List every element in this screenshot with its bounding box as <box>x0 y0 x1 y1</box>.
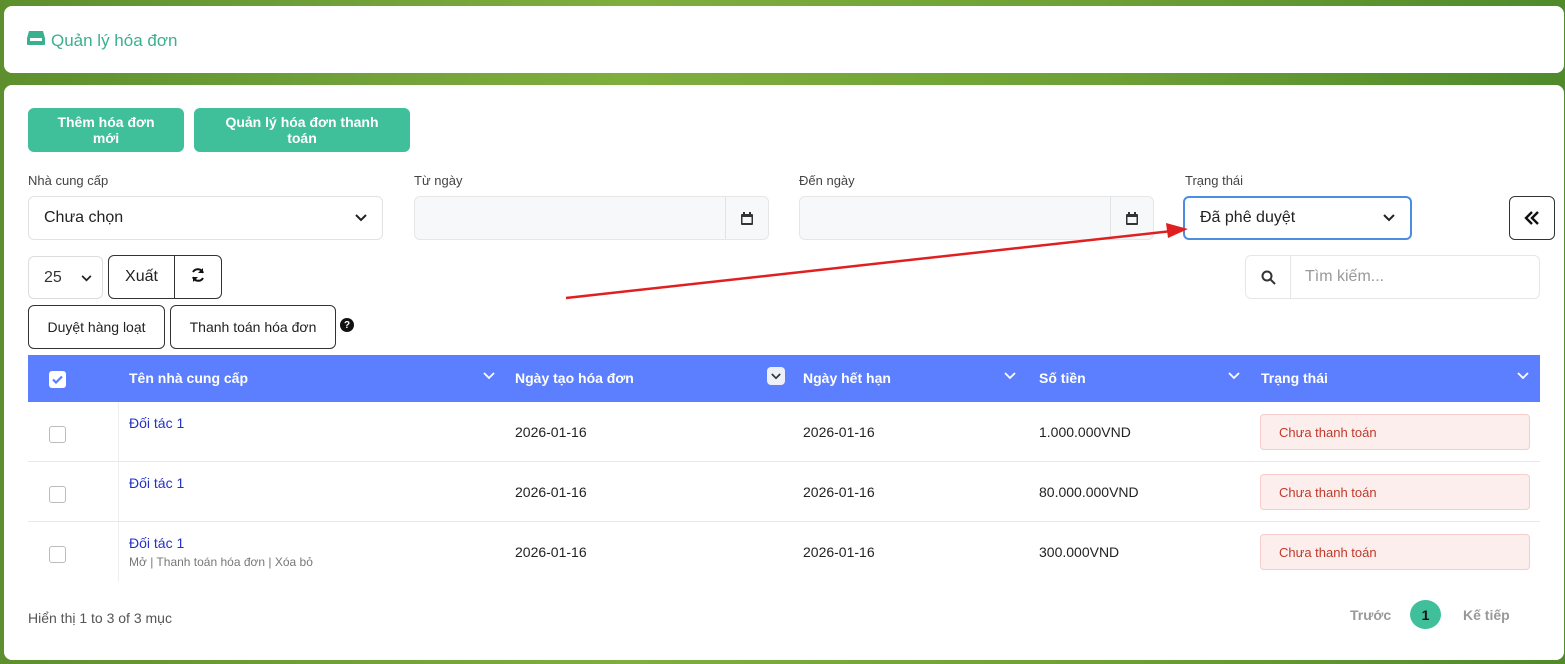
table-row: Đối tác 1 Mở | Thanh toán hóa đơn | Xóa … <box>28 522 1540 582</box>
double-chevron-left-icon <box>1524 205 1540 231</box>
page-title-text: Quản lý hóa đơn <box>51 30 178 50</box>
status-badge: Chưa thanh toán <box>1260 534 1530 570</box>
page-size-select[interactable]: 25 <box>28 256 103 299</box>
status-label: Trạng thái <box>1185 173 1244 188</box>
amount-cell: 300.000VND <box>1039 544 1120 560</box>
status-select[interactable]: Đã phê duyệt <box>1183 196 1412 240</box>
row-checkbox[interactable] <box>49 546 66 563</box>
supplier-link[interactable]: Đối tác 1 <box>129 415 184 431</box>
table-row: Đối tác 1 2026-01-16 2026-01-16 1.000.00… <box>28 402 1540 462</box>
supplier-label: Nhà cung cấp <box>28 173 109 188</box>
row-actions[interactable]: Mở | Thanh toán hóa đơn | Xóa bỏ <box>129 555 313 569</box>
search-box[interactable]: Tìm kiếm... <box>1245 255 1540 299</box>
amount-cell: 80.000.000VND <box>1039 484 1139 500</box>
page-header-card <box>4 6 1564 73</box>
select-all-checkbox[interactable] <box>49 371 66 388</box>
search-icon <box>1246 256 1291 298</box>
col-header-supplier[interactable]: Tên nhà cung cấp <box>129 370 248 386</box>
from-date-label: Từ ngày <box>414 173 463 188</box>
created-date-cell: 2026-01-16 <box>515 544 587 560</box>
to-date-field[interactable] <box>799 196 1154 240</box>
supplier-link[interactable]: Đối tác 1 <box>129 475 184 491</box>
supplier-select-value: Chưa chọn <box>44 209 124 226</box>
chevron-down-icon <box>81 269 92 287</box>
status-badge: Chưa thanh toán <box>1260 414 1530 450</box>
due-date-cell: 2026-01-16 <box>803 484 875 500</box>
col-header-created-date[interactable]: Ngày tạo hóa đơn <box>515 370 634 386</box>
pagination-next[interactable]: Kế tiếp <box>1463 607 1510 623</box>
row-checkbox[interactable] <box>49 426 66 443</box>
status-select-value: Đã phê duyệt <box>1200 209 1296 226</box>
chevron-down-icon[interactable] <box>1517 367 1531 381</box>
page-title: Quản lý hóa đơn <box>27 30 177 51</box>
export-refresh-group: Xuất <box>108 255 222 299</box>
due-date-cell: 2026-01-16 <box>803 544 875 560</box>
calendar-icon[interactable] <box>1110 197 1153 239</box>
collapse-filters-button[interactable] <box>1509 196 1555 240</box>
created-date-cell: 2026-01-16 <box>515 484 587 500</box>
manage-payment-invoices-button[interactable]: Quản lý hóa đơn thanh toán <box>194 108 410 152</box>
export-button[interactable]: Xuất <box>109 256 175 298</box>
created-date-cell: 2026-01-16 <box>515 424 587 440</box>
bulk-approve-button[interactable]: Duyệt hàng loạt <box>28 305 165 349</box>
add-invoice-button[interactable]: Thêm hóa đơn mới <box>28 108 184 152</box>
help-icon[interactable]: ? <box>340 318 354 332</box>
supplier-select[interactable]: Chưa chọn <box>28 196 383 240</box>
col-header-due-date[interactable]: Ngày hết hạn <box>803 370 891 386</box>
to-date-input[interactable] <box>800 197 1110 239</box>
chevron-down-icon[interactable] <box>1228 367 1242 381</box>
col-header-status[interactable]: Trạng thái <box>1261 370 1328 386</box>
row-checkbox[interactable] <box>49 486 66 503</box>
chevron-down-icon[interactable] <box>1004 367 1018 381</box>
pagination-current-page[interactable]: 1 <box>1410 600 1441 629</box>
calendar-icon[interactable] <box>725 197 768 239</box>
pay-invoice-button[interactable]: Thanh toán hóa đơn <box>170 305 336 349</box>
search-input[interactable]: Tìm kiếm... <box>1291 256 1384 298</box>
chevron-down-icon <box>355 209 367 227</box>
to-date-label: Đến ngày <box>799 173 855 188</box>
from-date-field[interactable] <box>414 196 769 240</box>
pagination-prev[interactable]: Trước <box>1350 607 1391 623</box>
amount-cell: 1.000.000VND <box>1039 424 1131 440</box>
page-size-value: 25 <box>44 268 62 286</box>
status-badge: Chưa thanh toán <box>1260 474 1530 510</box>
from-date-input[interactable] <box>415 197 725 239</box>
table-header: Tên nhà cung cấp Ngày tạo hóa đơn Ngày h… <box>28 355 1540 402</box>
chevron-down-icon[interactable] <box>483 367 497 381</box>
inbox-icon <box>27 30 45 51</box>
chevron-down-icon <box>1383 209 1395 227</box>
supplier-link[interactable]: Đối tác 1 <box>129 535 184 551</box>
due-date-cell: 2026-01-16 <box>803 424 875 440</box>
refresh-icon <box>190 267 206 288</box>
table-row: Đối tác 1 2026-01-16 2026-01-16 80.000.0… <box>28 462 1540 522</box>
sort-active-icon[interactable] <box>767 367 785 385</box>
table-info: Hiển thị 1 to 3 of 3 mục <box>28 610 172 626</box>
refresh-button[interactable] <box>175 256 221 298</box>
col-header-amount[interactable]: Số tiền <box>1039 370 1086 386</box>
